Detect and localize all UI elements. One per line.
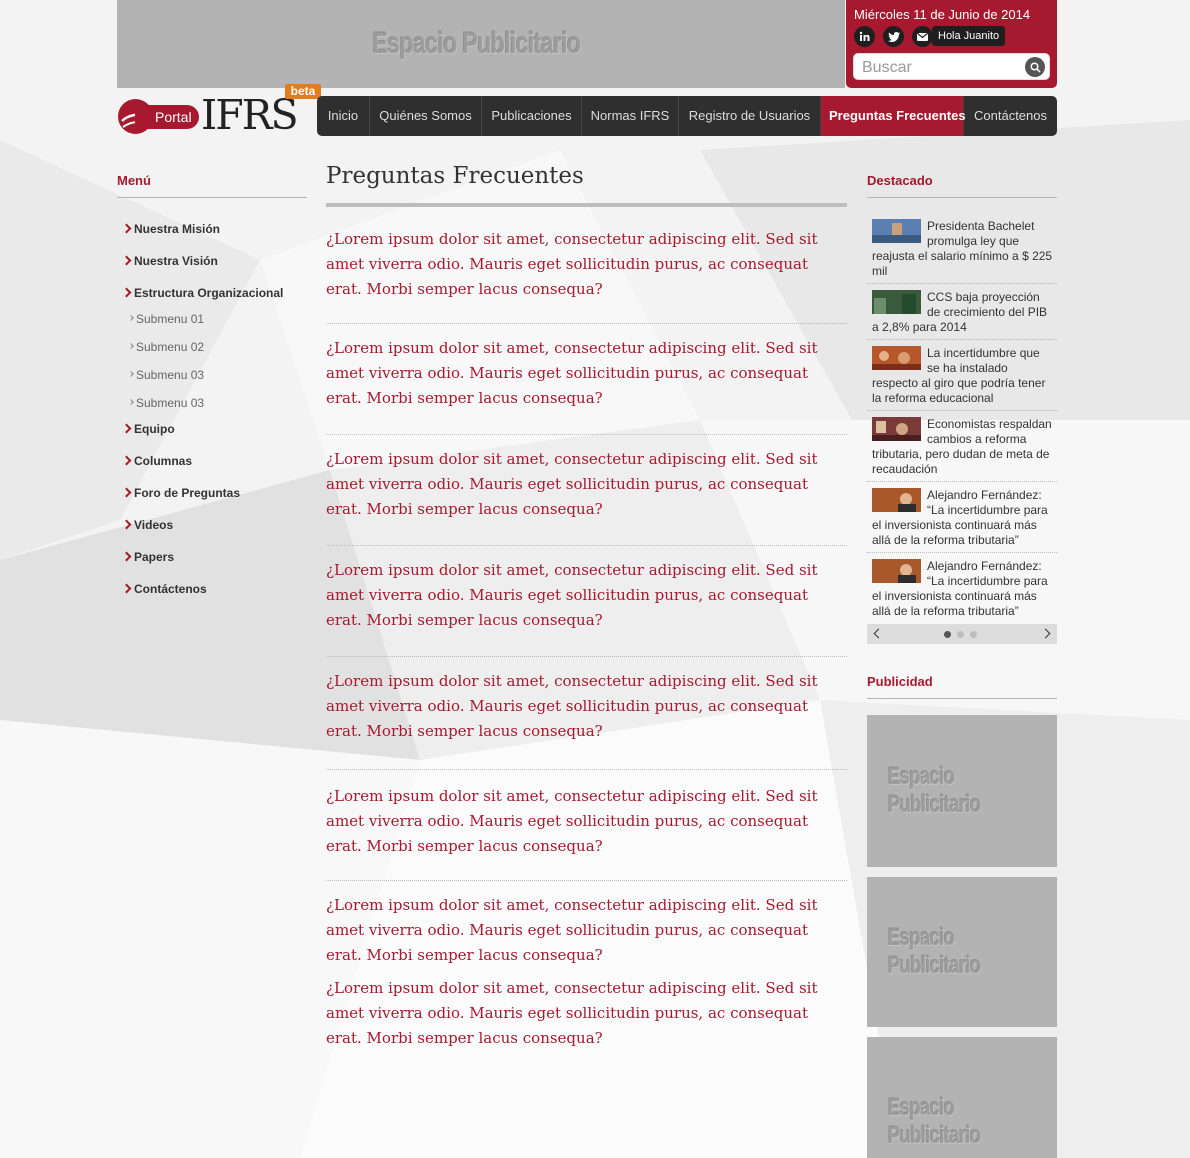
faq-question[interactable]: ¿Lorem ipsum dolor sit amet, consectetur… [326, 657, 847, 770]
social-links [854, 26, 933, 47]
featured-news-list: Presidenta Bachelet promulga ley que rea… [867, 213, 1057, 624]
nav-contactenos[interactable]: Contáctenos [964, 96, 1057, 136]
logo-brand-text: IFRS [201, 91, 299, 139]
faq-question[interactable]: ¿Lorem ipsum dolor sit amet, consectetur… [326, 227, 847, 324]
chevron-left-icon[interactable] [873, 628, 884, 639]
slider-dot[interactable] [957, 631, 964, 638]
faq-list: ¿Lorem ipsum dolor sit amet, consectetur… [326, 227, 847, 1062]
featured-title: Destacado [867, 173, 1057, 198]
linkedin-icon[interactable] [854, 26, 875, 47]
page-title: Preguntas Frecuentes [326, 163, 847, 207]
email-icon[interactable] [912, 26, 933, 47]
sidebar-item-columnas[interactable]: Columnas [117, 449, 307, 481]
side-ad-slot[interactable]: Espacio Publicitario [867, 1037, 1057, 1158]
news-thumbnail [872, 488, 921, 512]
slider-dots [944, 631, 977, 638]
featured-slider-controls [867, 624, 1057, 644]
ad-label: Espacio Publicitario [371, 27, 581, 60]
news-thumbnail [872, 417, 921, 441]
logo-portal-text: Portal [135, 105, 199, 129]
sidebar-menu: Nuestra Misión Nuestra Visión Estructura… [117, 217, 307, 609]
main-navigation: Inicio Quiénes Somos Publicaciones Norma… [317, 96, 1057, 136]
chevron-right-icon[interactable] [1040, 628, 1051, 639]
ad-label: Espacio Publicitario [887, 1094, 981, 1149]
nav-publicaciones[interactable]: Publicaciones [482, 96, 582, 136]
sidebar-subitem-03b[interactable]: Submenu 03 [117, 393, 307, 417]
sidebar-item-vision[interactable]: Nuestra Visión [117, 249, 307, 281]
top-banner-ad[interactable]: Espacio Publicitario [117, 0, 845, 88]
sidebar-item-foro[interactable]: Foro de Preguntas [117, 481, 307, 513]
faq-question[interactable]: ¿Lorem ipsum dolor sit amet, consectetur… [326, 324, 847, 435]
sidebar-subitem-02[interactable]: Submenu 02 [117, 337, 307, 365]
user-greeting[interactable]: Hola Juanito [932, 26, 1006, 46]
news-item[interactable]: Economistas respaldan cambios a reforma … [867, 411, 1057, 482]
slider-dot[interactable] [970, 631, 977, 638]
side-ad-slot[interactable]: Espacio Publicitario [867, 877, 1057, 1027]
nav-registro-usuarios[interactable]: Registro de Usuarios [679, 96, 821, 136]
news-item[interactable]: CCS baja proyección de crecimiento del P… [867, 284, 1057, 340]
news-thumbnail [872, 219, 921, 243]
sidebar-title: Menú [117, 173, 307, 198]
sidebar-subitem-03[interactable]: Submenu 03 [117, 365, 307, 393]
news-thumbnail [872, 346, 921, 370]
search-box [853, 53, 1050, 80]
faq-question[interactable]: ¿Lorem ipsum dolor sit amet, consectetur… [326, 770, 847, 881]
sidebar-item-videos[interactable]: Videos [117, 513, 307, 545]
faq-question[interactable]: ¿Lorem ipsum dolor sit amet, consectetur… [326, 546, 847, 657]
advertising-title: Publicidad [867, 674, 1057, 699]
search-button[interactable] [1025, 57, 1045, 77]
sidebar-item-equipo[interactable]: Equipo [117, 417, 307, 449]
sidebar-subitem-01[interactable]: Submenu 01 [117, 309, 307, 337]
news-thumbnail [872, 290, 921, 314]
news-item[interactable]: La incertidumbre que se ha instalado res… [867, 340, 1057, 411]
sidebar-item-papers[interactable]: Papers [117, 545, 307, 577]
ad-label: Espacio Publicitario [887, 924, 981, 979]
twitter-icon[interactable] [883, 26, 904, 47]
current-date: Miércoles 11 de Junio de 2014 [854, 7, 1031, 22]
ad-label: Espacio Publicitario [887, 763, 981, 818]
beta-badge: beta [285, 84, 321, 99]
sidebar-item-mision[interactable]: Nuestra Misión [117, 217, 307, 249]
news-item[interactable]: Alejandro Fernández: “La incertidumbre p… [867, 553, 1057, 624]
side-ad-slot[interactable]: Espacio Publicitario [867, 715, 1057, 867]
header-info-box: Miércoles 11 de Junio de 2014 Hola Juani… [846, 0, 1057, 88]
faq-question[interactable]: ¿Lorem ipsum dolor sit amet, consectetur… [326, 976, 847, 1062]
search-input[interactable] [860, 56, 1014, 79]
faq-question[interactable]: ¿Lorem ipsum dolor sit amet, consectetur… [326, 435, 847, 546]
faq-question[interactable]: ¿Lorem ipsum dolor sit amet, consectetur… [326, 881, 847, 976]
slider-dot[interactable] [944, 631, 951, 638]
news-thumbnail [872, 559, 921, 583]
nav-quienes-somos[interactable]: Quiénes Somos [370, 96, 482, 136]
news-item[interactable]: Alejandro Fernández: “La incertidumbre p… [867, 482, 1057, 553]
nav-normas-ifrs[interactable]: Normas IFRS [582, 96, 679, 136]
page-container: Espacio Publicitario Miércoles 11 de Jun… [117, 0, 1057, 1158]
sidebar-item-contactenos[interactable]: Contáctenos [117, 577, 307, 609]
news-item[interactable]: Presidenta Bachelet promulga ley que rea… [867, 213, 1057, 284]
sidebar-item-estructura[interactable]: Estructura Organizacional [117, 281, 307, 309]
nav-preguntas-frecuentes[interactable]: Preguntas Frecuentes [821, 96, 966, 136]
search-icon [1029, 61, 1041, 73]
site-logo[interactable]: Portal IFRS beta [117, 84, 321, 140]
nav-inicio[interactable]: Inicio [317, 96, 370, 136]
